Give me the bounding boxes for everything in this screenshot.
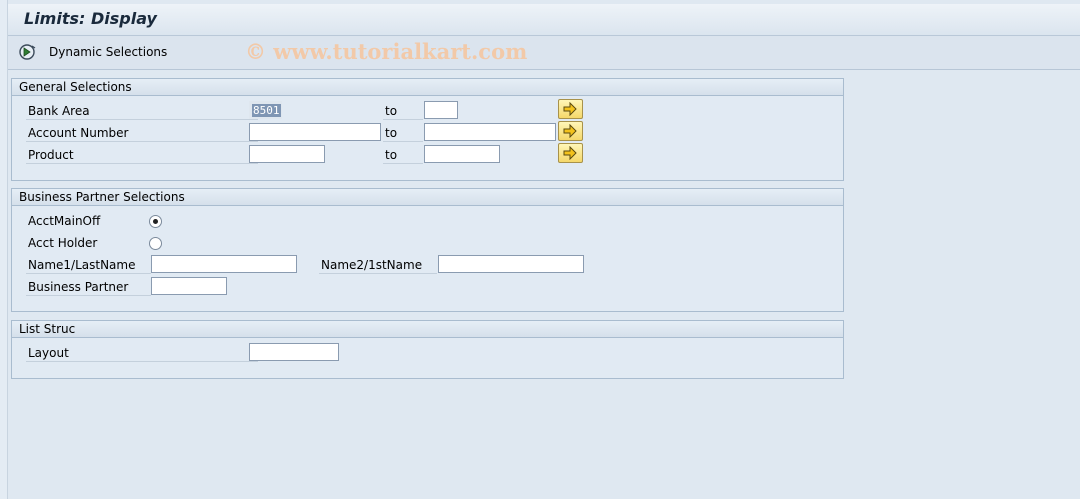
dynamic-selections-label: Dynamic Selections xyxy=(49,45,168,59)
name1-label: Name1/LastName xyxy=(28,258,136,272)
acct-holder-label: Acct Holder xyxy=(28,236,98,250)
left-edge xyxy=(0,0,8,499)
label-underline xyxy=(319,273,437,274)
acct-holder-radio[interactable] xyxy=(149,237,162,250)
business-partner-field[interactable] xyxy=(151,277,227,295)
arrow-right-icon xyxy=(563,124,577,138)
group-title: List Struc xyxy=(19,322,76,336)
product-low-field[interactable] xyxy=(249,145,325,163)
group-title: Business Partner Selections xyxy=(19,190,185,204)
title-bar: Limits: Display xyxy=(8,4,1080,36)
label-underline xyxy=(26,273,151,274)
acct-main-off-label: AcctMainOff xyxy=(28,214,101,228)
dynamic-selections-icon xyxy=(19,44,36,60)
group-header: General Selections xyxy=(12,79,843,96)
account-number-multiple-selection-button[interactable] xyxy=(558,121,583,141)
label-underline xyxy=(26,141,258,142)
to-underline xyxy=(383,119,423,120)
label-underline xyxy=(26,361,258,362)
list-structure-group: List Struc Layout xyxy=(11,320,844,379)
group-title: General Selections xyxy=(19,80,132,94)
to-underline xyxy=(383,163,423,164)
label-underline xyxy=(26,119,258,120)
layout-label: Layout xyxy=(28,346,69,360)
watermark: © www.tutorialkart.com xyxy=(245,39,528,64)
general-selections-group: General Selections Bank Area 8501 to Acc… xyxy=(11,78,844,181)
product-multiple-selection-button[interactable] xyxy=(558,143,583,163)
group-header: Business Partner Selections xyxy=(12,189,843,206)
bank-area-low-field[interactable]: 8501 xyxy=(249,101,282,119)
account-number-high-field[interactable] xyxy=(424,123,556,141)
name1-field[interactable] xyxy=(151,255,297,273)
application-toolbar: Dynamic Selections xyxy=(8,36,1080,70)
to-underline xyxy=(383,141,423,142)
account-number-low-field[interactable] xyxy=(249,123,381,141)
bank-area-high-field[interactable] xyxy=(424,101,458,119)
bank-area-label: Bank Area xyxy=(28,104,90,118)
bank-area-low-value: 8501 xyxy=(252,104,281,117)
product-high-field[interactable] xyxy=(424,145,500,163)
bank-area-multiple-selection-button[interactable] xyxy=(558,99,583,119)
business-partner-label: Business Partner xyxy=(28,280,129,294)
label-underline xyxy=(26,163,258,164)
layout-field[interactable] xyxy=(249,343,339,361)
to-label: to xyxy=(385,148,398,162)
arrow-right-icon xyxy=(563,146,577,160)
arrow-right-icon xyxy=(563,102,577,116)
business-partner-selections-group: Business Partner Selections AcctMainOff … xyxy=(11,188,844,312)
label-underline xyxy=(26,295,151,296)
to-label: to xyxy=(385,126,398,140)
to-label: to xyxy=(385,104,398,118)
name2-label: Name2/1stName xyxy=(321,258,423,272)
product-label: Product xyxy=(28,148,74,162)
radio-selected-dot xyxy=(153,219,158,224)
acct-main-off-radio[interactable] xyxy=(149,215,162,228)
page-title: Limits: Display xyxy=(24,9,157,28)
group-header: List Struc xyxy=(12,321,843,338)
account-number-label: Account Number xyxy=(28,126,129,140)
name2-field[interactable] xyxy=(438,255,584,273)
